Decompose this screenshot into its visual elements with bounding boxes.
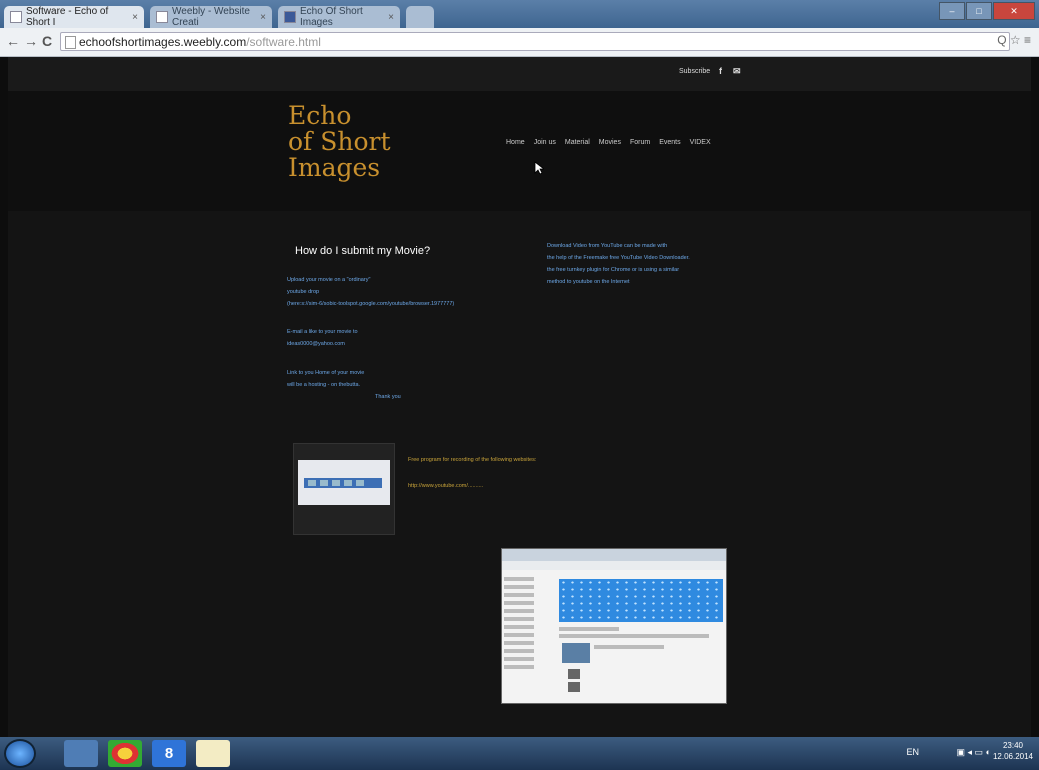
video-thumbnail[interactable] (293, 443, 395, 535)
instruction-link[interactable]: (here:s://sim-6/sobic-toolspot.google.co… (287, 298, 454, 310)
top-strip (8, 57, 1031, 91)
new-tab-button[interactable] (406, 6, 434, 28)
maximize-button[interactable]: □ (966, 2, 992, 20)
language-indicator[interactable]: EN (906, 747, 919, 757)
page-heading: How do I submit my Movie? (295, 245, 431, 257)
logo-line: of Short (288, 127, 391, 156)
screenshot-sidebar (504, 573, 549, 698)
facebook-icon[interactable]: f (719, 66, 722, 76)
instruction-line: E-mail a like to your movie to (287, 329, 358, 335)
screenshot-toolbar (502, 561, 726, 570)
app-8-icon[interactable]: 8 (152, 740, 186, 767)
thumbnail-cell (320, 480, 328, 486)
webpage: Subscribe f ✉ Echo of Short Images Home … (8, 57, 1031, 737)
info-line: the free turnkey plugin for Chrome or is… (547, 267, 680, 273)
mouse-cursor-icon (534, 161, 544, 175)
url-input[interactable]: echoofshortimages.weebly.com/software.ht… (60, 32, 1010, 51)
page-icon (10, 11, 22, 23)
explorer-icon[interactable] (64, 740, 98, 767)
minimize-button[interactable]: – (939, 2, 965, 20)
instruction-line: Link to you Home of your movie (287, 370, 365, 376)
start-button[interactable] (4, 739, 36, 768)
instructions-block-2: E-mail a like to your movie to ideas0000… (287, 326, 358, 350)
facebook-icon (284, 11, 296, 23)
instruction-line: will be a hosting - on thebutta. (287, 382, 361, 388)
close-window-button[interactable]: ✕ (993, 2, 1035, 20)
notepad-icon[interactable] (196, 740, 230, 767)
nav-movies[interactable]: Movies (599, 139, 621, 146)
url-path: /software.html (246, 35, 321, 49)
tab-software[interactable]: Software - Echo of Short I × (4, 6, 144, 28)
thumbnail-cell (308, 480, 316, 486)
nav-videx[interactable]: VIDEX (690, 139, 711, 146)
window-controls: – □ ✕ (938, 2, 1035, 20)
weebly-icon (156, 11, 168, 23)
nav-forum[interactable]: Forum (630, 139, 650, 146)
screenshot-row (594, 645, 664, 649)
chrome-icon[interactable] (108, 740, 142, 767)
tray-icons: ▣ ◂ ▭ ◐ (956, 747, 991, 757)
tab-label: Weebly - Website Creati (172, 6, 250, 28)
screenshot-row (559, 634, 709, 638)
instruction-line: Upload your movie on a "ordinary" (287, 277, 371, 283)
screenshot-chrome (502, 549, 726, 561)
screenshot-channel (568, 682, 580, 692)
close-icon[interactable]: × (260, 12, 266, 23)
tab-label: Echo Of Short Images (300, 6, 363, 28)
email-icon[interactable]: ✉ (733, 66, 741, 77)
windows-taskbar: 8 EN ▣ ◂ ▭ ◐ 23:40 12.06.2014 (0, 737, 1039, 770)
clock-time: 23:40 (1002, 741, 1023, 750)
instructions-block-1: Upload your movie on a "ordinary" youtub… (287, 274, 454, 310)
youtube-screenshot-image (501, 548, 727, 704)
screenshot-video-thumb (562, 643, 590, 663)
instruction-line: youtube drop (287, 289, 320, 295)
browser-tab-bar: Software - Echo of Short I × Weebly - We… (0, 0, 1039, 28)
clock-date: 12.06.2014 (992, 752, 1033, 761)
logo-line: Echo (288, 101, 352, 130)
video-caption: Free program for recording of the follow… (408, 457, 537, 463)
thumbnail-cell (344, 480, 352, 486)
page-icon (65, 36, 76, 49)
screenshot-row (559, 627, 619, 631)
close-icon[interactable]: × (388, 12, 394, 23)
address-bar: ← → C echoofshortimages.weebly.com/softw… (0, 28, 1039, 57)
instructions-block-3: Link to you Home of your movie will be a… (287, 367, 401, 403)
screenshot-banner (559, 579, 723, 622)
url-host: echoofshortimages.weebly.com (79, 35, 247, 49)
thumbnail-cell (332, 480, 340, 486)
forward-button[interactable]: → (24, 33, 38, 49)
thank-you-text: Thank you (375, 394, 401, 400)
reload-button[interactable]: C (42, 33, 52, 49)
info-line: Download Video from YouTube can be made … (547, 243, 668, 249)
thumbnail-cell (356, 480, 364, 486)
site-logo[interactable]: Echo of Short Images (288, 103, 391, 181)
logo-line: Images (288, 153, 381, 182)
tab-echo[interactable]: Echo Of Short Images × (278, 6, 400, 28)
tab-label: Software - Echo of Short I (26, 6, 109, 28)
site-header (8, 91, 1031, 211)
nav-join-us[interactable]: Join us (534, 139, 556, 146)
main-nav: Home Join us Material Movies Forum Event… (506, 139, 711, 146)
nav-events[interactable]: Events (659, 139, 680, 146)
nav-home[interactable]: Home (506, 139, 525, 146)
screenshot-channel (568, 669, 580, 679)
download-info: Download Video from YouTube can be made … (547, 240, 690, 288)
subscribe-link[interactable]: Subscribe (679, 68, 710, 75)
close-icon[interactable]: × (132, 12, 138, 23)
tab-weebly[interactable]: Weebly - Website Creati × (150, 6, 272, 28)
back-button[interactable]: ← (6, 33, 20, 49)
clock[interactable]: 23:40 12.06.2014 (993, 740, 1033, 762)
info-line: method to youtube on the Internet (547, 279, 630, 285)
info-line: the help of the Freemake free YouTube Vi… (547, 255, 690, 261)
nav-material[interactable]: Material (565, 139, 590, 146)
email-link[interactable]: ideas0000@yahoo.com (287, 338, 358, 350)
bookmark-star-icon[interactable]: Q ☆ ≡ (997, 33, 1031, 47)
video-link[interactable]: http://www.youtube.com/.......... (408, 483, 483, 489)
